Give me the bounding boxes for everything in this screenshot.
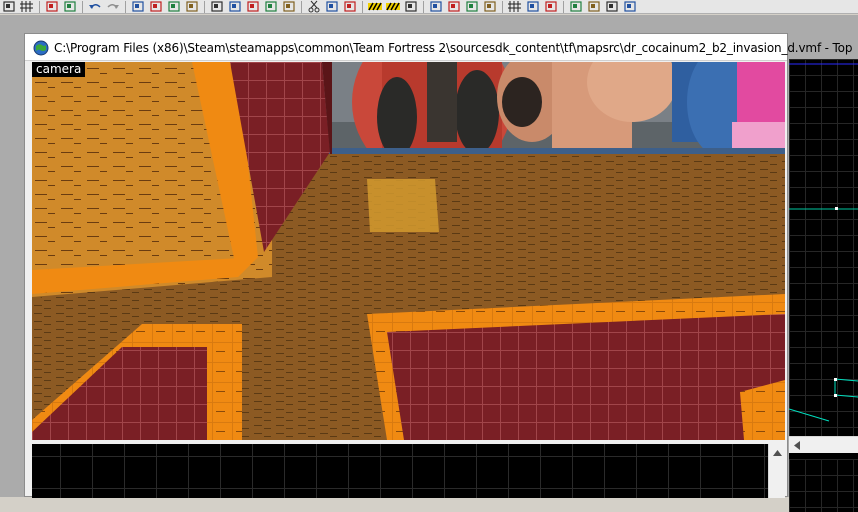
hazard-icon[interactable] [385, 0, 401, 13]
vertex-icon[interactable] [281, 0, 297, 13]
carve-icon[interactable] [130, 0, 146, 13]
ignore-groups-icon[interactable] [184, 0, 200, 13]
overlay-icon[interactable] [245, 0, 261, 13]
paste-icon[interactable] [342, 0, 358, 13]
hazard-toggle-icon[interactable] [367, 0, 383, 13]
2d-viewport-top[interactable] [789, 59, 858, 496]
2d-viewport-front[interactable] [32, 444, 768, 498]
brush-icon[interactable] [227, 0, 243, 13]
texture-lock-icon[interactable] [166, 0, 182, 13]
map-document-window[interactable]: C:\Program Files (x86)\Steam\steamapps\c… [24, 33, 852, 498]
vertical-scrollbar[interactable] [768, 444, 785, 498]
2d-viewport-side[interactable] [789, 459, 858, 512]
camera-viewport-label: camera [32, 62, 86, 77]
clip-icon[interactable] [263, 0, 279, 13]
mdi-workspace: C:\Program Files (x86)\Steam\steamapps\c… [0, 15, 858, 512]
hammer-icon[interactable] [604, 0, 620, 13]
toolbar-separator [204, 1, 205, 13]
toolbar-separator [125, 1, 126, 13]
hammer-app-icon [33, 40, 49, 56]
group-select-icon[interactable] [44, 0, 60, 13]
window-title: C:\Program Files (x86)\Steam\steamapps\c… [54, 41, 853, 55]
toolbar-separator [423, 1, 424, 13]
cut-icon[interactable] [306, 0, 322, 13]
grid-icon[interactable] [19, 0, 35, 13]
object-select-icon[interactable] [62, 0, 78, 13]
ladder-icon[interactable] [568, 0, 584, 13]
toolbar-separator [563, 1, 564, 13]
brush-outlines [789, 63, 858, 422]
decal-icon[interactable] [428, 0, 444, 13]
redo-icon[interactable] [105, 0, 121, 13]
magnify-icon[interactable] [622, 0, 638, 13]
entity-icon[interactable] [209, 0, 225, 13]
toggle-lighting-icon[interactable] [543, 0, 559, 13]
toggle-models-icon[interactable] [525, 0, 541, 13]
main-toolbar [0, 0, 858, 14]
copy-icon[interactable] [324, 0, 340, 13]
camera-viewport[interactable]: camera [32, 62, 785, 440]
select-icon[interactable] [1, 0, 17, 13]
scroll-up-arrow-icon[interactable] [769, 444, 785, 461]
horizontal-scrollbar[interactable] [789, 436, 858, 453]
undo-icon[interactable] [87, 0, 103, 13]
toggle-3d-grid-icon[interactable] [507, 0, 523, 13]
run-map-icon[interactable] [403, 0, 419, 13]
toolbar-separator [82, 1, 83, 13]
texture-group-icon[interactable] [148, 0, 164, 13]
axis-icon[interactable] [586, 0, 602, 13]
window-title-bar[interactable]: C:\Program Files (x86)\Steam\steamapps\c… [25, 34, 852, 61]
apply-texture-icon[interactable] [482, 0, 498, 13]
vertex-tool-icon[interactable] [464, 0, 480, 13]
toolbar-separator [301, 1, 302, 13]
toolbar-separator [362, 1, 363, 13]
camera-render [32, 62, 785, 440]
toolbar-separator [502, 1, 503, 13]
toolbar-separator [39, 1, 40, 13]
clip-tool-icon[interactable] [446, 0, 462, 13]
scroll-left-arrow-icon[interactable] [789, 437, 805, 453]
